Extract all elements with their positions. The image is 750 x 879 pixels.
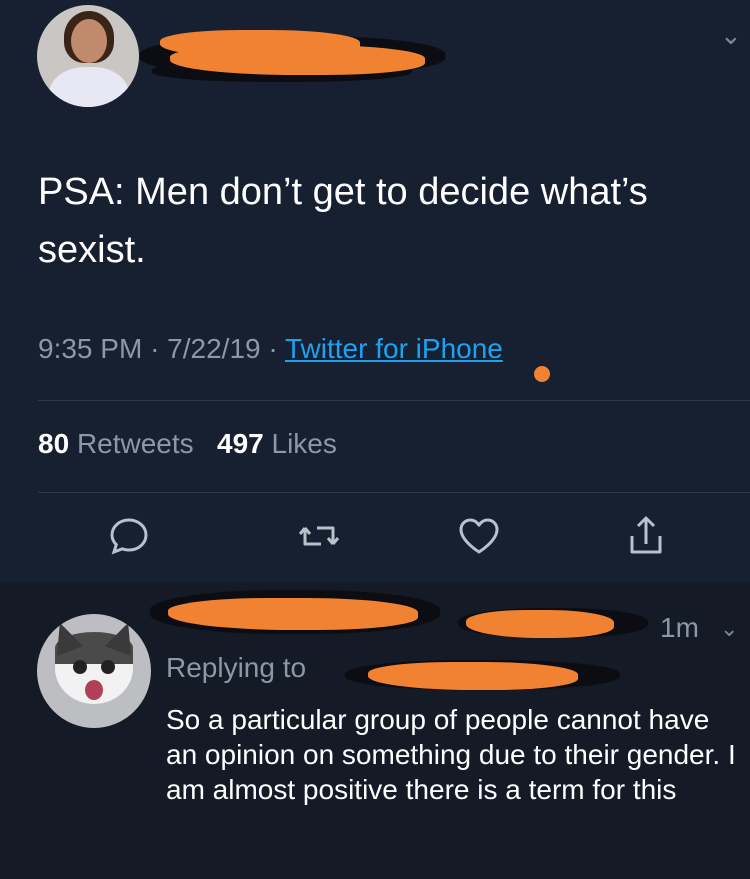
- retweet-icon[interactable]: [295, 512, 343, 560]
- tweet-date: 7/22/19: [167, 333, 261, 364]
- tweet-time: 9:35 PM: [38, 333, 143, 364]
- author-avatar[interactable]: [37, 5, 139, 107]
- divider: [38, 400, 750, 401]
- replying-to: Replying to: [166, 652, 306, 684]
- retweet-label[interactable]: Retweets: [77, 428, 194, 459]
- chevron-down-icon[interactable]: ⌄: [720, 618, 738, 640]
- like-count[interactable]: 497: [217, 428, 264, 459]
- chevron-down-icon[interactable]: ⌄: [720, 22, 742, 48]
- reply-tweet[interactable]: 1m ⌄ Replying to So a particular group o…: [0, 582, 750, 879]
- tweet-text: PSA: Men don’t get to decide what’s sexi…: [38, 171, 648, 271]
- reply-avatar[interactable]: [37, 614, 151, 728]
- like-label[interactable]: Likes: [272, 428, 337, 459]
- tweet-source-link[interactable]: Twitter for iPhone: [285, 333, 503, 364]
- like-icon[interactable]: [455, 512, 503, 560]
- redaction-mark: [368, 662, 578, 690]
- main-tweet: ⌄ PSA: Men don’t get to decide what’s se…: [0, 0, 750, 582]
- reply-icon[interactable]: [105, 512, 153, 560]
- tweet-meta: 9:35 PM · 7/22/19 · Twitter for iPhone: [38, 333, 503, 364]
- tweet-stats: 80 Retweets 497 Likes: [38, 428, 337, 460]
- redaction-mark: [168, 598, 418, 630]
- share-icon[interactable]: [622, 512, 670, 560]
- redaction-dot: [534, 366, 550, 382]
- reply-text: So a particular group of people cannot h…: [166, 704, 736, 805]
- divider: [38, 492, 750, 493]
- reply-time: 1m: [660, 612, 699, 643]
- retweet-count[interactable]: 80: [38, 428, 69, 459]
- replying-label: Replying to: [166, 652, 307, 683]
